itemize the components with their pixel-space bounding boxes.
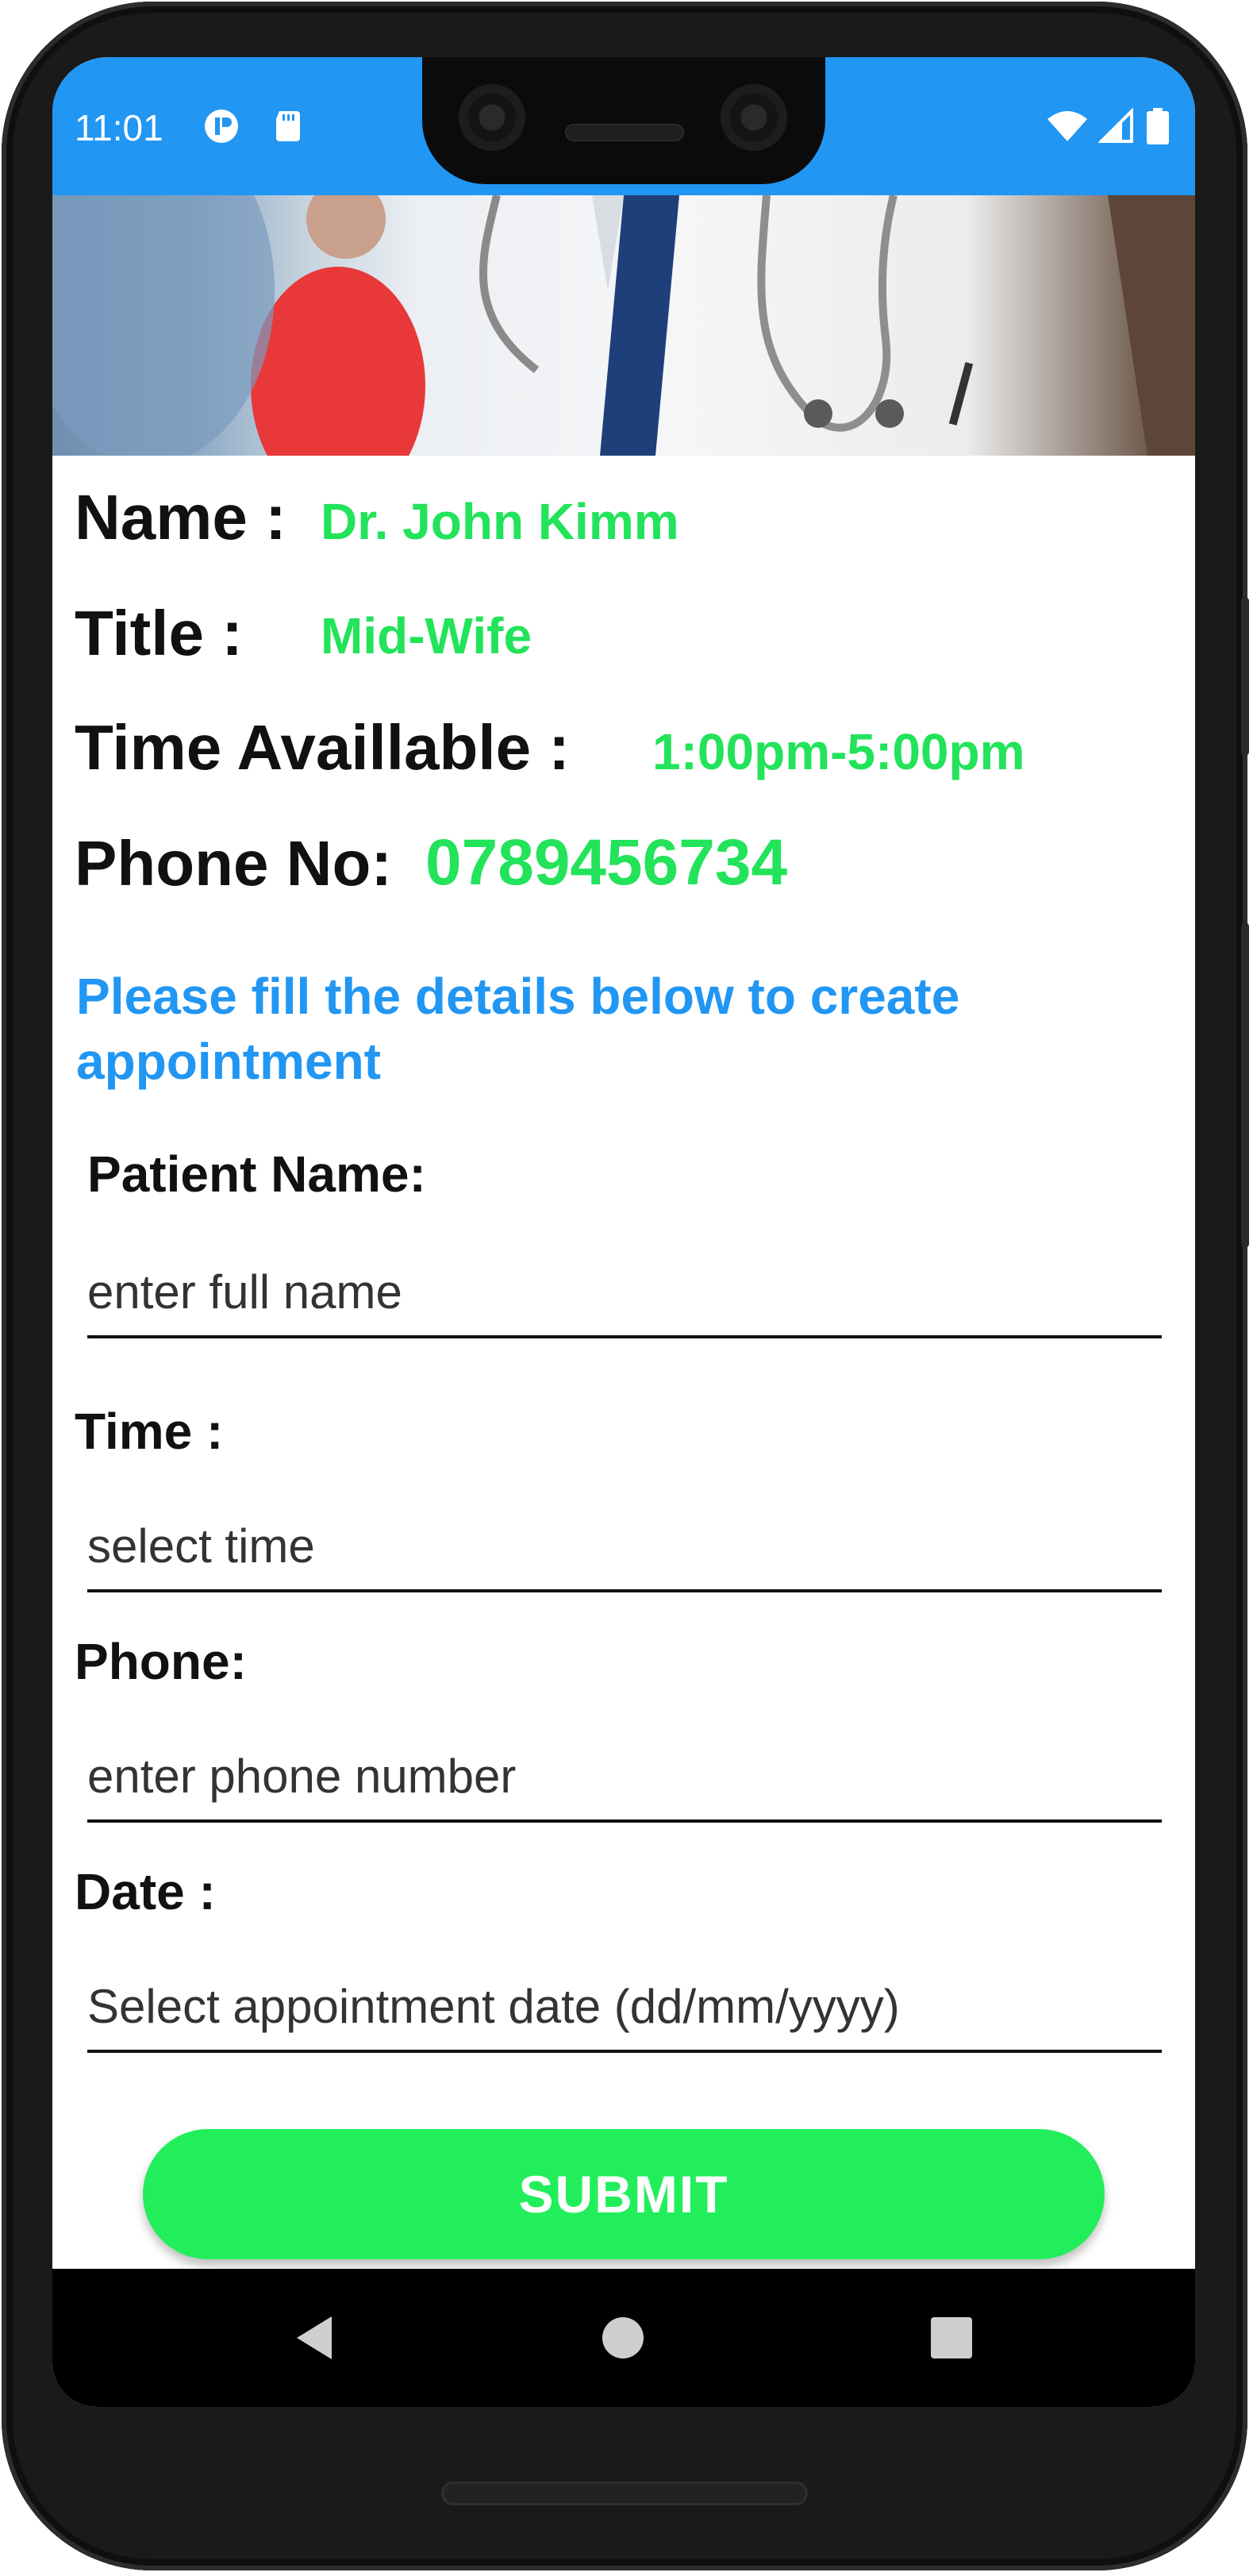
phone-label: Phone: — [75, 1633, 247, 1690]
status-time: 11:01 — [75, 107, 163, 148]
title-label: Title : — [75, 598, 243, 668]
volume-button — [1241, 922, 1249, 1248]
title-value: Mid-Wife — [321, 607, 532, 664]
cell-signal-icon — [1098, 108, 1133, 143]
doctor-illustration — [52, 195, 1195, 456]
camera-notch — [422, 57, 825, 184]
bottom-speaker-grille — [441, 2482, 808, 2505]
time-input[interactable] — [87, 1502, 1162, 1592]
phone-input[interactable] — [87, 1732, 1162, 1823]
patient-name-input[interactable] — [87, 1248, 1162, 1338]
back-icon[interactable] — [290, 2312, 343, 2364]
app-notification-icon — [205, 110, 238, 143]
date-input[interactable] — [87, 1962, 1162, 2053]
name-label: Name : — [75, 482, 286, 553]
phone-no-label: Phone No: — [75, 828, 392, 899]
power-button — [1241, 597, 1249, 756]
phone-frame: 11:01 Name: Dr. John Kimm Title: Mid-W… — [2, 2, 1249, 2570]
sd-card-icon — [276, 111, 300, 141]
submit-button[interactable]: SUBMIT — [143, 2129, 1105, 2259]
name-value: Dr. John Kimm — [321, 493, 679, 550]
phone-no-value: 0789456734 — [425, 826, 788, 899]
recents-icon[interactable] — [925, 2312, 978, 2364]
front-camera-right — [721, 84, 787, 151]
front-camera-left — [459, 84, 525, 151]
time-available-label: Time Availlable : — [75, 712, 570, 783]
wifi-icon — [1048, 111, 1087, 141]
home-icon[interactable] — [597, 2312, 649, 2364]
time-label: Time : — [75, 1403, 224, 1460]
battery-icon — [1147, 108, 1169, 144]
instructions-text: Please fill the details below to create … — [76, 968, 960, 1090]
patient-name-label: Patient Name: — [87, 1146, 426, 1203]
date-label: Date : — [75, 1863, 216, 1920]
navigation-bar — [52, 2269, 1195, 2407]
app-screen: 11:01 Name: Dr. John Kimm Title: Mid-W… — [52, 57, 1195, 2407]
earpiece-speaker — [565, 124, 684, 141]
time-available-value: 1:00pm-5:00pm — [652, 723, 1025, 780]
doctor-banner-image — [52, 195, 1195, 456]
